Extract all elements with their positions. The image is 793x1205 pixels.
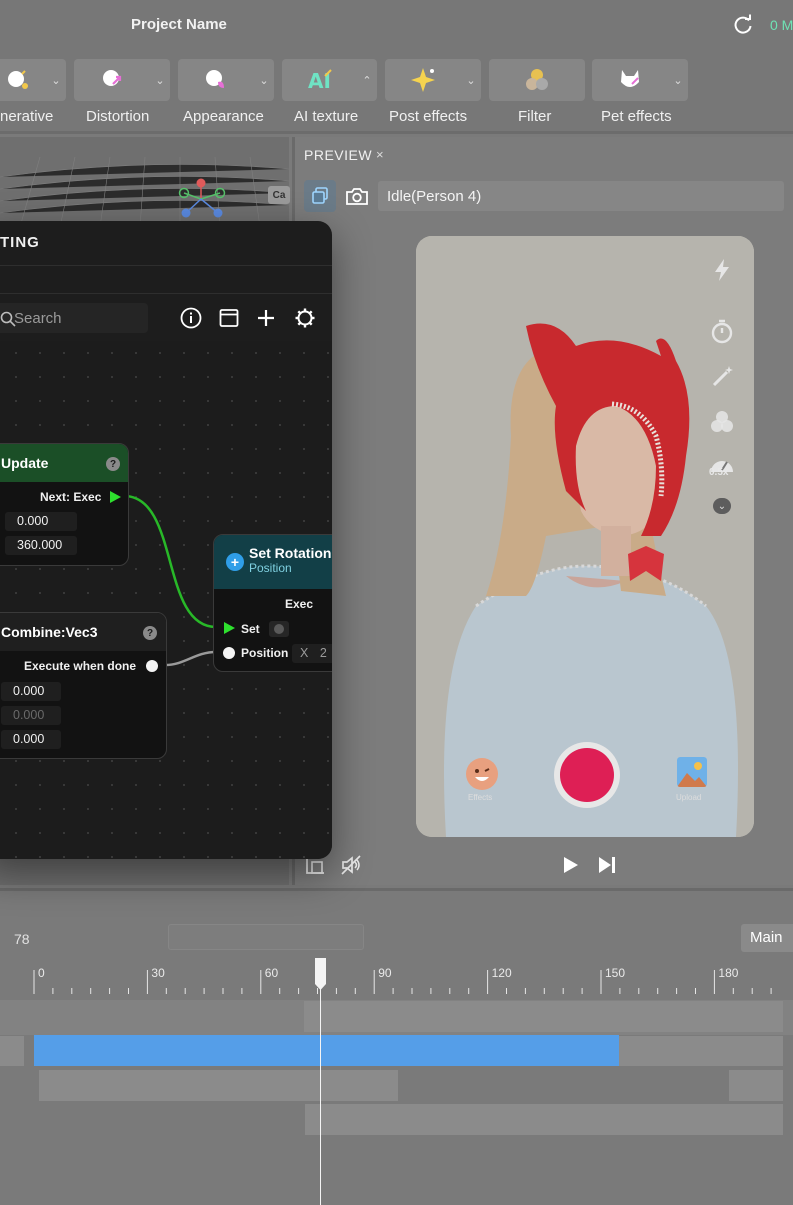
ai-texture-icon: AI: [308, 69, 332, 93]
ruler-tick-label: 60: [264, 966, 279, 980]
timer-icon[interactable]: [708, 318, 736, 346]
refresh-icon[interactable]: [732, 14, 754, 36]
generative-icon: [8, 70, 28, 89]
ruler-tick-label: 0: [38, 966, 45, 980]
ruler-tick-label: 150: [605, 966, 626, 980]
node-set-rotation[interactable]: + Set Rotation Position Exec Set Positio…: [213, 534, 332, 672]
node-title: Combine:Vec3: [1, 624, 98, 640]
chevron-down-icon[interactable]: ⌄: [713, 498, 731, 514]
status-text: 0 M: [770, 17, 793, 33]
sparkle-icon: [411, 68, 435, 92]
speed-label: 0.5x: [709, 467, 729, 478]
next-frame-icon[interactable]: [596, 854, 618, 876]
value-field[interactable]: 0.000: [1, 706, 61, 725]
node-subtitle: Position: [249, 561, 292, 575]
timeline-clip[interactable]: [39, 1070, 398, 1101]
chevron-down-icon[interactable]: ⌄: [668, 59, 688, 101]
close-icon[interactable]: ×: [376, 147, 384, 162]
set-label: Set: [241, 622, 260, 636]
timeline-clip[interactable]: [729, 1070, 783, 1101]
play-icon[interactable]: [562, 854, 580, 876]
axis-label: X: [300, 646, 309, 660]
value-field[interactable]: 360.000: [5, 536, 77, 555]
timeline-clip[interactable]: [0, 1036, 24, 1066]
node-combine-vec3[interactable]: Combine:Vec3 ? Execute when done 0.000 0…: [0, 612, 167, 759]
ruler-tick-label: 180: [718, 966, 739, 980]
chevron-down-icon[interactable]: ⌄: [461, 59, 481, 101]
title-bar: [0, 0, 793, 48]
tool-label: Post effects: [389, 108, 468, 125]
chevron-down-icon[interactable]: ⌄: [254, 59, 274, 101]
upload-gallery-icon[interactable]: [677, 757, 707, 787]
position-input-pin[interactable]: [223, 647, 235, 659]
exec-output-pin[interactable]: [110, 491, 121, 503]
playhead-handle[interactable]: [314, 958, 327, 990]
current-frame[interactable]: 78: [14, 931, 30, 947]
help-icon[interactable]: ?: [143, 626, 157, 640]
help-icon[interactable]: ?: [106, 457, 120, 471]
timeline-clip[interactable]: [304, 1001, 783, 1032]
layers-icon: [312, 187, 328, 204]
ruler-tick-label: 120: [491, 966, 512, 980]
execute-when-done-label: Execute when done: [24, 659, 137, 673]
project-name[interactable]: Project Name: [131, 16, 227, 33]
output-pin[interactable]: [146, 660, 158, 672]
value-field[interactable]: 0.000: [5, 512, 77, 531]
tool-label: Appearance: [183, 108, 264, 125]
upload-label: Upload: [676, 793, 702, 802]
view-toggle-button[interactable]: [304, 180, 336, 212]
node-title: Set Rotation: [249, 545, 332, 561]
camera-chip[interactable]: Ca: [268, 186, 290, 204]
record-button[interactable]: [554, 742, 620, 808]
ruler-tick-label: 30: [151, 966, 165, 980]
magic-wand-icon[interactable]: [708, 362, 736, 390]
selected-timeline-clip[interactable]: [34, 1035, 619, 1066]
value-field[interactable]: 0.000: [1, 682, 61, 701]
tool-label: nerative: [0, 108, 54, 125]
main-track-button[interactable]: Main: [741, 924, 793, 952]
visual-scripting-panel[interactable]: TING Update ? Next: Exec 0.000 360.000 C…: [0, 221, 332, 859]
effects-label: Effects: [468, 793, 493, 802]
appearance-icon: [206, 70, 224, 88]
scene-grid: [0, 156, 289, 227]
timeline-clip[interactable]: [305, 1104, 783, 1135]
phone-preview[interactable]: 0.5x ⌄ Effects Upload: [416, 236, 754, 837]
exec-label: Exec: [285, 597, 314, 611]
tool-label: Pet effects: [601, 108, 672, 125]
value-field[interactable]: 0.000: [1, 730, 61, 749]
plus-circle-icon: +: [226, 553, 244, 571]
node-update[interactable]: Update ? Next: Exec 0.000 360.000: [0, 443, 129, 566]
mute-icon[interactable]: [340, 854, 364, 876]
filter-icon[interactable]: [708, 408, 736, 436]
pet-cat-icon: [621, 70, 639, 87]
chevron-down-icon[interactable]: ⌄: [150, 59, 170, 101]
effects-toolbar: ⌄ nerative ⌄ Distortion ⌄ Appearance AI: [0, 48, 793, 134]
preview-target-value: Idle(Person 4): [387, 188, 482, 205]
tab-preview[interactable]: PREVIEW: [304, 147, 372, 163]
axis-gizmo[interactable]: [172, 175, 230, 223]
filter-circles-icon: [526, 69, 548, 90]
playhead-line[interactable]: [320, 960, 321, 1205]
timeline-clip[interactable]: [619, 1036, 783, 1066]
effects-icon[interactable]: [466, 758, 498, 790]
next-exec-label: Next: Exec: [40, 490, 102, 504]
position-x-field[interactable]: X 2: [292, 644, 332, 663]
exec-input-pin[interactable]: [224, 622, 235, 634]
tool-label: AI texture: [294, 108, 359, 125]
time-field[interactable]: [168, 924, 364, 950]
position-label: Position: [241, 646, 289, 660]
chevron-up-icon[interactable]: ⌃: [357, 59, 377, 101]
timeline-ruler[interactable]: [0, 960, 793, 1000]
tool-label: Distortion: [86, 108, 150, 125]
flash-icon[interactable]: [708, 256, 736, 284]
distortion-icon: [103, 70, 122, 86]
set-toggle[interactable]: [269, 621, 289, 637]
camera-icon[interactable]: [345, 186, 369, 206]
ruler-tick-label: 90: [378, 966, 392, 980]
node-title: Update: [1, 455, 49, 471]
chevron-down-icon[interactable]: ⌄: [46, 59, 66, 101]
tool-label: Filter: [518, 108, 552, 125]
axis-value: 2: [319, 646, 327, 660]
